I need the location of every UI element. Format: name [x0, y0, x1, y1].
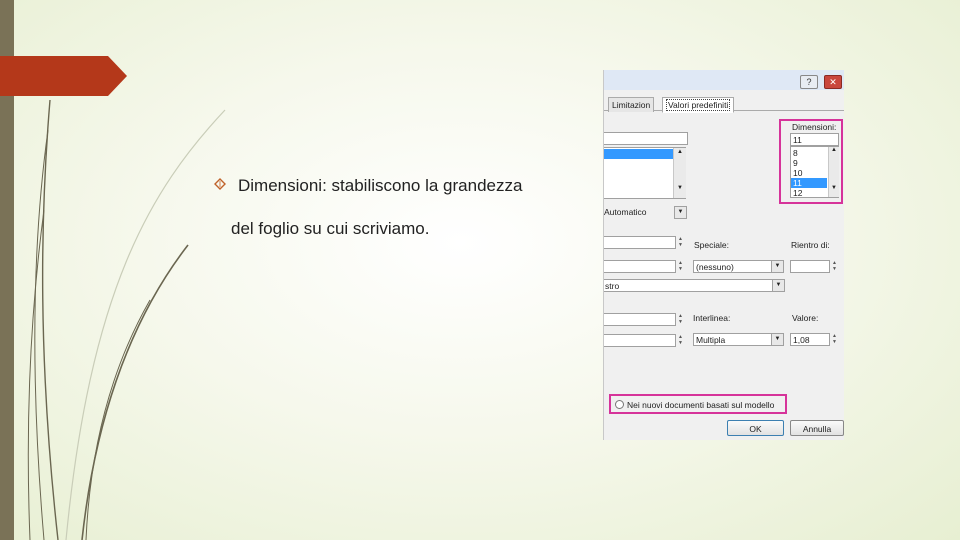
ok-button[interactable]: OK — [727, 420, 784, 436]
tab-limitazioni[interactable]: Limitazion — [608, 97, 655, 112]
font-list[interactable]: ▲ ▼ — [604, 147, 686, 199]
spacing-after-input[interactable] — [604, 334, 676, 347]
spinner-icon[interactable]: ▲ ▼ — [676, 334, 685, 347]
dimensioni-list[interactable]: 8 9 10 11 12 ▲ ▼ — [790, 146, 839, 198]
chevron-down-icon[interactable]: ▼ — [771, 261, 783, 272]
font-list-scrollbar[interactable]: ▲ ▼ — [673, 148, 686, 198]
spinner-icon[interactable]: ▲ ▼ — [830, 260, 839, 273]
interlinea-value: Multipla — [696, 335, 726, 345]
font-dialog-screenshot: ? ✕ Limitazion Valori predefiniti ▲ ▼ Di… — [603, 70, 844, 440]
font-name-input[interactable] — [604, 132, 688, 145]
indent-left-input[interactable] — [604, 236, 676, 249]
spinner-icon[interactable]: ▲ ▼ — [830, 333, 839, 346]
slide-text-line-2: del foglio su cui scriviamo. — [231, 219, 430, 238]
dialog-titlebar: ? ✕ — [604, 70, 844, 90]
valore-label: Valore: — [792, 313, 819, 323]
rientro-label: Rientro di: — [791, 240, 830, 250]
diamond-outline-icon — [214, 178, 226, 190]
dimensioni-input[interactable]: 11 — [790, 133, 839, 146]
radio-nuovi-documenti[interactable] — [615, 400, 624, 409]
decorative-lines — [27, 99, 226, 540]
triangle-down-icon[interactable]: ▼ — [674, 185, 686, 191]
speciale-label: Speciale: — [694, 240, 729, 250]
color-value: Automatico — [604, 207, 647, 217]
spinner-icon[interactable]: ▲ ▼ — [676, 313, 685, 326]
tab-valori-label: Valori predefiniti — [666, 99, 731, 111]
speciale-value: (nessuno) — [696, 262, 734, 272]
color-field[interactable]: Automatico ▼ — [604, 206, 687, 219]
valore-input[interactable]: 1,08 — [790, 333, 830, 346]
annulla-button[interactable]: Annulla — [790, 420, 844, 436]
allineamento-select[interactable]: stro ▼ — [604, 279, 785, 292]
rientro-input[interactable] — [790, 260, 830, 273]
speciale-select[interactable]: (nessuno) ▼ — [693, 260, 784, 273]
chevron-down-icon[interactable]: ▼ — [772, 280, 784, 291]
triangle-up-icon[interactable]: ▲ — [829, 147, 839, 153]
spinner-icon[interactable]: ▲ ▼ — [676, 260, 685, 273]
size-item-selected[interactable]: 11 — [791, 178, 827, 188]
dimensioni-scrollbar[interactable]: ▲ ▼ — [828, 147, 839, 197]
allineamento-value: stro — [605, 281, 620, 291]
chevron-down-icon[interactable]: ▼ — [771, 334, 783, 345]
close-button[interactable]: ✕ — [824, 75, 842, 89]
interlinea-select[interactable]: Multipla ▼ — [693, 333, 784, 346]
chevron-down-icon[interactable]: ▼ — [674, 206, 687, 219]
interlinea-label: Interlinea: — [693, 313, 731, 323]
triangle-up-icon[interactable]: ▲ — [674, 149, 686, 155]
spinner-icon[interactable]: ▲ ▼ — [676, 236, 685, 249]
tab-valori-predefiniti[interactable]: Valori predefiniti — [662, 97, 735, 113]
dimensioni-label: Dimensioni: — [792, 122, 837, 132]
radio-nuovi-documenti-label: Nei nuovi documenti basati sul modello — [627, 400, 775, 410]
slide-text-line-1: Dimensioni: stabiliscono la grandezza — [238, 176, 523, 195]
indent-right-input[interactable] — [604, 260, 676, 273]
spacing-before-input[interactable] — [604, 313, 676, 326]
triangle-down-icon[interactable]: ▼ — [829, 185, 839, 191]
font-list-selected-row[interactable] — [604, 149, 673, 159]
help-button[interactable]: ? — [800, 75, 818, 89]
